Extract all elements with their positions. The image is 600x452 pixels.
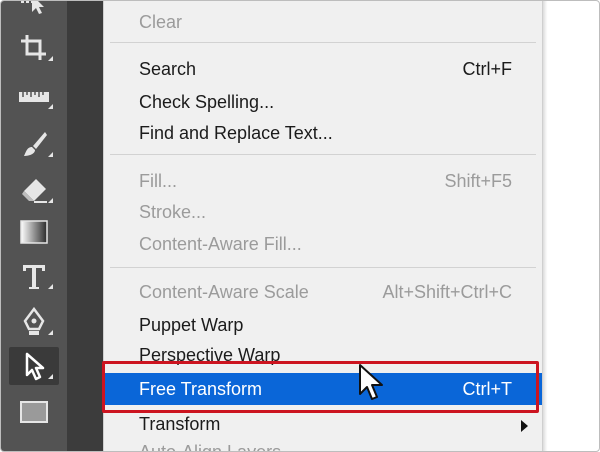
tool-artboard[interactable] xyxy=(9,1,59,19)
tool-options-strip xyxy=(67,1,103,451)
menu-item-content-aware-scale[interactable]: Content-Aware Scale Alt+Shift+Ctrl+C xyxy=(104,277,542,307)
tool-pen[interactable] xyxy=(9,303,59,341)
screenshot-frame: Clear Search Ctrl+F Check Spelling... Fi… xyxy=(0,0,600,452)
menu-item-clear[interactable]: Clear xyxy=(104,7,542,37)
menu-item-check-spelling[interactable]: Check Spelling... xyxy=(104,87,542,117)
tool-ruler[interactable] xyxy=(9,77,59,115)
edit-menu: Clear Search Ctrl+F Check Spelling... Fi… xyxy=(103,1,543,452)
tools-panel xyxy=(1,1,67,452)
tool-hand[interactable] xyxy=(9,435,59,452)
menu-item-label: Perspective Warp xyxy=(139,345,281,365)
menu-item-label: Transform xyxy=(139,414,221,434)
artboard-select-icon xyxy=(21,1,44,14)
menu-item-shortcut: Alt+Shift+Ctrl+C xyxy=(382,282,512,302)
menu-item-auto-align-layers[interactable]: Auto-Align Layers... xyxy=(104,437,542,452)
mouse-cursor-icon xyxy=(359,364,383,400)
menu-item-free-transform[interactable]: Free Transform Ctrl+T xyxy=(104,373,542,405)
tool-brush[interactable] xyxy=(9,125,59,163)
menu-item-label: Find and Replace Text... xyxy=(139,123,333,143)
tool-rectangle[interactable] xyxy=(9,393,59,431)
rectangle-icon xyxy=(20,401,48,423)
menu-item-label: Check Spelling... xyxy=(139,92,275,112)
menu-item-puppet-warp[interactable]: Puppet Warp xyxy=(104,310,542,340)
gradient-icon xyxy=(20,220,48,244)
type-icon xyxy=(23,265,45,289)
hand-icon xyxy=(19,441,49,452)
tool-eraser[interactable] xyxy=(9,171,59,209)
menu-item-label: Search xyxy=(139,59,197,79)
menu-item-find-replace[interactable]: Find and Replace Text... xyxy=(104,118,542,148)
menu-item-stroke[interactable]: Stroke... xyxy=(104,197,542,227)
menu-item-search[interactable]: Search Ctrl+F xyxy=(104,54,542,84)
tool-crop[interactable] xyxy=(9,29,59,67)
menu-separator xyxy=(110,267,536,268)
menu-item-transform[interactable]: Transform xyxy=(104,409,542,439)
eraser-icon xyxy=(22,179,47,203)
menu-item-perspective-warp[interactable]: Perspective Warp xyxy=(104,340,542,370)
tool-path-selection[interactable] xyxy=(9,347,59,385)
menu-item-content-aware-fill[interactable]: Content-Aware Fill... xyxy=(104,229,542,259)
menu-item-label: Fill... xyxy=(139,171,177,191)
menu-separator xyxy=(110,42,536,43)
crop-icon xyxy=(21,35,46,60)
menu-item-label: Content-Aware Fill... xyxy=(139,234,302,254)
menu-separator xyxy=(110,154,536,155)
menu-item-label: Free Transform xyxy=(139,379,263,399)
menu-item-label: Puppet Warp xyxy=(139,315,244,335)
menu-item-label: Auto-Align Layers... xyxy=(139,442,297,452)
menu-item-label: Clear xyxy=(139,12,183,32)
menu-item-shortcut: Ctrl+T xyxy=(462,379,513,399)
brush-icon xyxy=(24,132,47,156)
tool-type[interactable] xyxy=(9,257,59,295)
tool-gradient[interactable] xyxy=(9,213,59,251)
menu-item-label: Stroke... xyxy=(139,202,207,222)
submenu-arrow-icon xyxy=(521,420,528,432)
ruler-icon xyxy=(19,92,49,102)
menu-item-shortcut: Ctrl+F xyxy=(462,59,513,79)
menu-item-shortcut: Shift+F5 xyxy=(444,171,512,191)
path-selection-icon xyxy=(25,352,45,381)
menu-item-fill[interactable]: Fill... Shift+F5 xyxy=(104,166,542,196)
pen-icon xyxy=(23,307,45,335)
menu-item-label: Content-Aware Scale xyxy=(139,282,309,302)
